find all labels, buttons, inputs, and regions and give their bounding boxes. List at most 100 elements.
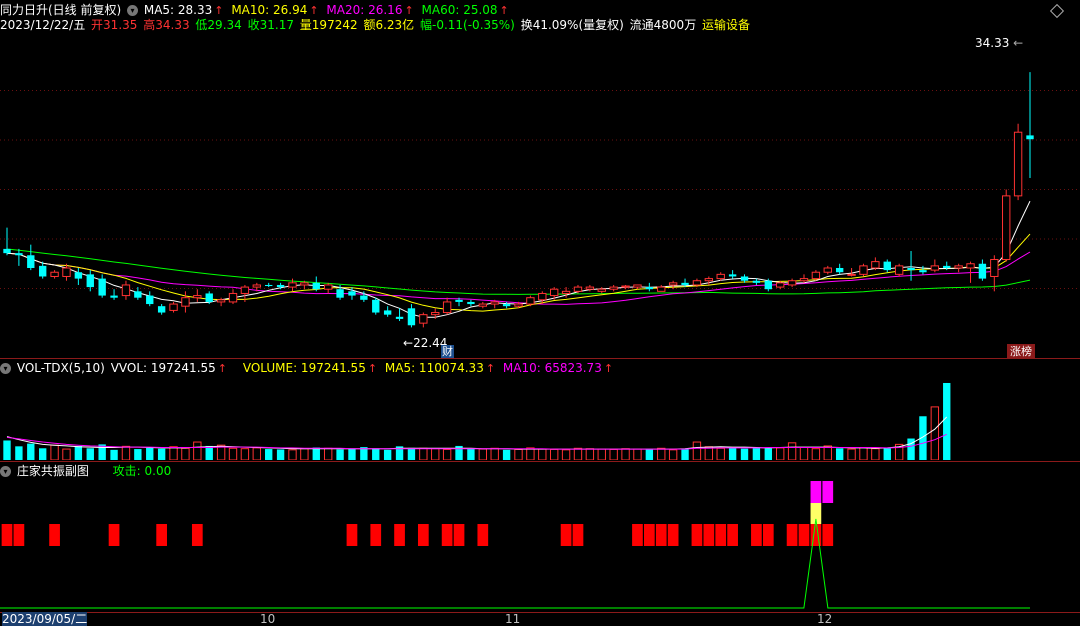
candle-body bbox=[787, 280, 797, 286]
x-axis-line bbox=[0, 612, 1080, 613]
finance-badge[interactable]: 财 bbox=[441, 345, 454, 359]
volume-bar bbox=[252, 447, 261, 460]
ma5-label: MA5: 28.33 ↑ bbox=[143, 3, 224, 17]
volume-bar bbox=[633, 448, 642, 460]
candle-body bbox=[240, 286, 250, 294]
volume-bar bbox=[514, 448, 523, 460]
vol-title[interactable]: VOL-TDX(5,10) bbox=[17, 361, 105, 375]
candle-body bbox=[657, 286, 666, 292]
candle bbox=[27, 244, 35, 271]
candle-body bbox=[265, 284, 273, 287]
candle-body bbox=[645, 287, 654, 290]
change-label: 幅-0.11(-0.35%) bbox=[420, 18, 515, 32]
candle-body bbox=[276, 284, 285, 288]
candle-body bbox=[716, 273, 725, 280]
candle-body bbox=[228, 292, 238, 303]
candle-body bbox=[823, 267, 832, 273]
candle bbox=[1013, 123, 1023, 201]
volume-bar bbox=[372, 448, 380, 460]
candle-body bbox=[859, 265, 868, 275]
candle bbox=[1026, 72, 1034, 179]
volume-bar bbox=[645, 449, 654, 460]
indicator-chart[interactable] bbox=[0, 479, 1080, 612]
candle bbox=[265, 282, 273, 288]
candle bbox=[919, 265, 927, 275]
candle-body bbox=[538, 292, 547, 301]
sector-label[interactable]: 运输设备 bbox=[702, 18, 750, 32]
signal-block bbox=[453, 524, 465, 546]
candle bbox=[98, 274, 106, 298]
candle-body bbox=[764, 280, 772, 290]
candle-body bbox=[978, 263, 987, 279]
volume-bar bbox=[181, 447, 190, 460]
candle bbox=[110, 289, 118, 300]
candle-body bbox=[372, 299, 380, 313]
volume-bar bbox=[27, 443, 35, 460]
volume-bar bbox=[74, 445, 83, 460]
candle-body bbox=[943, 265, 951, 268]
volume-bar bbox=[573, 447, 583, 460]
candle bbox=[502, 301, 511, 309]
volume-bar bbox=[50, 444, 59, 460]
signal-block bbox=[786, 524, 798, 546]
signal-block bbox=[441, 524, 453, 546]
candle-body bbox=[455, 299, 463, 302]
candle-body bbox=[990, 259, 999, 277]
volume-bar bbox=[835, 448, 844, 460]
candle bbox=[823, 265, 832, 275]
stock-title[interactable]: 同力日升(日线 前复权) bbox=[0, 3, 121, 17]
resonance-block bbox=[810, 481, 822, 503]
volume-bar bbox=[883, 448, 891, 460]
volume-bar bbox=[169, 446, 178, 460]
volume-bar bbox=[561, 449, 571, 460]
candle-body bbox=[62, 267, 71, 277]
vol-ma5-line bbox=[6, 416, 948, 450]
volume-bar bbox=[859, 447, 868, 460]
diamond-icon[interactable] bbox=[1049, 3, 1065, 19]
chevron-down-icon[interactable]: ▾ bbox=[127, 5, 139, 16]
candle-body bbox=[121, 284, 131, 297]
volume-bar bbox=[871, 448, 880, 460]
signal-block bbox=[13, 524, 25, 546]
candle-body bbox=[27, 255, 35, 268]
candle-body bbox=[395, 316, 404, 319]
x-axis-month-11: 11 bbox=[505, 612, 521, 626]
volume-bar bbox=[526, 447, 535, 460]
float-label: 流通4800万 bbox=[629, 18, 697, 32]
volume-bar bbox=[205, 445, 213, 460]
candle-body bbox=[110, 295, 118, 298]
zhangbang-badge[interactable]: 涨榜 bbox=[1007, 344, 1035, 359]
volume-bar bbox=[157, 448, 166, 460]
candle-body bbox=[609, 286, 618, 290]
low-label: 低29.34 bbox=[195, 18, 242, 32]
candle bbox=[835, 263, 844, 275]
ma60-line bbox=[6, 248, 1031, 295]
candle bbox=[978, 259, 987, 281]
volume-bar bbox=[728, 447, 737, 460]
candle-body bbox=[573, 286, 583, 292]
candle-body bbox=[704, 278, 714, 282]
candle-body bbox=[336, 289, 344, 298]
candle-body bbox=[847, 273, 856, 276]
signal-block bbox=[643, 524, 655, 546]
chevron-down-icon[interactable]: ▾ bbox=[0, 466, 11, 477]
candle-body bbox=[752, 280, 761, 283]
volume-bar bbox=[134, 449, 142, 460]
candle-body bbox=[383, 310, 392, 315]
candle bbox=[954, 263, 963, 273]
turnover-label: 换41.09%(量复权) bbox=[520, 18, 624, 32]
indicator-title[interactable]: 庄家共振副图 bbox=[17, 464, 89, 478]
signal-block bbox=[370, 524, 382, 546]
volume-bar bbox=[776, 447, 785, 460]
ma20-line bbox=[6, 251, 1031, 305]
candle bbox=[348, 287, 356, 300]
candle bbox=[442, 297, 452, 315]
volume-chart[interactable] bbox=[0, 376, 1080, 460]
chevron-down-icon[interactable]: ▾ bbox=[0, 363, 11, 374]
price-chart[interactable] bbox=[0, 33, 1080, 358]
header-row-1: 同力日升(日线 前复权) ▾ MA5: 28.33 ↑ MA10: 26.94 ↑ … bbox=[0, 2, 513, 18]
candle-body bbox=[50, 271, 59, 277]
signal-block bbox=[751, 524, 762, 546]
candle bbox=[799, 274, 809, 283]
volume-bar bbox=[288, 449, 297, 460]
